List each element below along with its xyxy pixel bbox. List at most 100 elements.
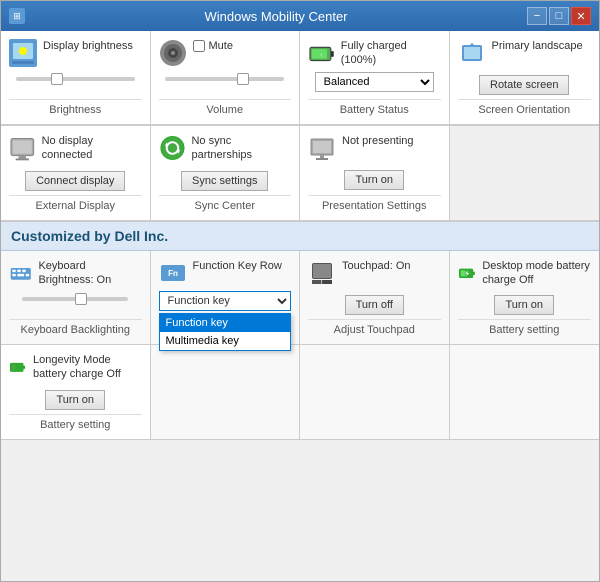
desktop-battery-turn-on-button[interactable]: Turn on bbox=[494, 295, 554, 315]
brightness-header: Display brightness bbox=[9, 39, 142, 67]
orientation-header: Primary landscape bbox=[458, 39, 592, 67]
touchpad-icon bbox=[308, 259, 336, 287]
external-display-title: No display connected bbox=[42, 134, 142, 163]
presentation-label: Presentation Settings bbox=[308, 195, 441, 212]
multimedia-key-item[interactable]: Multimedia key bbox=[160, 332, 291, 350]
maximize-button[interactable]: □ bbox=[549, 7, 569, 25]
title-bar: ⊞ Windows Mobility Center − □ ✕ bbox=[1, 1, 599, 31]
display-icon bbox=[9, 134, 36, 162]
longevity-turn-on-button[interactable]: Turn on bbox=[45, 390, 105, 410]
presentation-turn-on-button[interactable]: Turn on bbox=[344, 170, 404, 190]
mute-label: Mute bbox=[209, 39, 233, 53]
touchpad-label: Adjust Touchpad bbox=[308, 319, 441, 336]
fnrow-dropdown-container: Function key Multimedia key Function key… bbox=[159, 291, 292, 311]
svg-text:↑: ↑ bbox=[320, 53, 323, 59]
bottom-empty-4 bbox=[450, 345, 600, 439]
desktop-battery-header: Desktop mode battery charge Off bbox=[458, 259, 592, 288]
fnrow-dropdown[interactable]: Function key Multimedia key bbox=[159, 291, 292, 311]
window-controls: − □ ✕ bbox=[527, 7, 591, 25]
volume-slider-track[interactable] bbox=[165, 77, 284, 81]
longevity-title: Longevity Mode battery charge Off bbox=[33, 353, 141, 382]
battery-cell: ↑ Fully charged (100%) Balanced Power sa… bbox=[300, 31, 450, 125]
bottom-section: Keyboard Brightness: On Keyboard Backlig… bbox=[1, 251, 599, 440]
presentation-header: Not presenting bbox=[308, 134, 441, 162]
longevity-icon bbox=[9, 353, 27, 381]
fnrow-cell: Fn Function Key Row Function key Multime… bbox=[151, 251, 301, 345]
orientation-label: Screen Orientation bbox=[458, 99, 592, 116]
presentation-icon bbox=[308, 134, 336, 162]
battery-header: ↑ Fully charged (100%) bbox=[308, 39, 441, 68]
volume-header: Mute bbox=[159, 39, 292, 67]
minimize-button[interactable]: − bbox=[527, 7, 547, 25]
function-key-item[interactable]: Function key bbox=[160, 314, 291, 332]
touchpad-header: Touchpad: On bbox=[308, 259, 441, 287]
middle-grid: No display connected Connect display Ext… bbox=[1, 126, 599, 222]
keyboard-title: Keyboard Brightness: On bbox=[38, 259, 141, 288]
keyboard-icon bbox=[9, 259, 32, 287]
svg-text:Fn: Fn bbox=[168, 269, 178, 278]
brightness-cell: Display brightness Brightness bbox=[1, 31, 151, 125]
orientation-title: Primary landscape bbox=[492, 39, 583, 53]
orientation-cell: Primary landscape Rotate screen Screen O… bbox=[450, 31, 600, 125]
sync-cell: No sync partnerships Sync settings Sync … bbox=[151, 126, 301, 221]
top-grid: Display brightness Brightness bbox=[1, 31, 599, 126]
fnrow-icon: Fn bbox=[159, 259, 187, 287]
sync-settings-button[interactable]: Sync settings bbox=[181, 171, 268, 191]
sync-label: Sync Center bbox=[159, 195, 292, 212]
mute-checkbox[interactable] bbox=[193, 40, 205, 52]
window-title: Windows Mobility Center bbox=[25, 9, 527, 24]
longevity-header: Longevity Mode battery charge Off bbox=[9, 353, 142, 382]
brightness-icon bbox=[9, 39, 37, 67]
rotate-screen-button[interactable]: Rotate screen bbox=[479, 75, 569, 95]
fnrow-dropdown-popup: Function key Multimedia key bbox=[159, 313, 292, 351]
customized-text: Customized by Dell Inc. bbox=[11, 228, 168, 244]
brightness-label: Brightness bbox=[9, 99, 142, 116]
external-display-header: No display connected bbox=[9, 134, 142, 163]
desktop-battery-title: Desktop mode battery charge Off bbox=[482, 259, 591, 288]
presentation-title: Not presenting bbox=[342, 134, 414, 148]
longevity-cell: Longevity Mode battery charge Off Turn o… bbox=[1, 345, 151, 439]
sync-icon bbox=[159, 134, 186, 162]
volume-title: Mute bbox=[193, 39, 233, 53]
brightness-title: Display brightness bbox=[43, 39, 133, 53]
orientation-icon bbox=[458, 39, 486, 67]
main-window: ⊞ Windows Mobility Center − □ ✕ Display bbox=[0, 0, 600, 582]
brightness-slider-track[interactable] bbox=[16, 77, 135, 81]
touchpad-title: Touchpad: On bbox=[342, 259, 411, 273]
keyboard-slider-thumb[interactable] bbox=[75, 293, 87, 305]
external-display-cell: No display connected Connect display Ext… bbox=[1, 126, 151, 221]
bottom-grid: Keyboard Brightness: On Keyboard Backlig… bbox=[1, 251, 599, 346]
app-icon: ⊞ bbox=[9, 8, 25, 24]
mute-checkbox-row: Mute bbox=[193, 39, 233, 53]
battery-icon: ↑ bbox=[308, 39, 335, 67]
volume-slider-thumb[interactable] bbox=[237, 73, 249, 85]
touchpad-cell: Touchpad: On Turn off Adjust Touchpad bbox=[300, 251, 450, 345]
keyboard-cell: Keyboard Brightness: On Keyboard Backlig… bbox=[1, 251, 151, 345]
customized-bar: Customized by Dell Inc. bbox=[1, 222, 599, 251]
longevity-label: Battery setting bbox=[9, 414, 142, 431]
volume-cell: Mute Volume bbox=[151, 31, 301, 125]
desktop-battery-cell: Desktop mode battery charge Off Turn on … bbox=[450, 251, 600, 345]
touchpad-turn-off-button[interactable]: Turn off bbox=[345, 295, 404, 315]
fnrow-header: Fn Function Key Row bbox=[159, 259, 292, 287]
bottom-empty-2 bbox=[151, 345, 301, 439]
longevity-grid: Longevity Mode battery charge Off Turn o… bbox=[1, 345, 599, 440]
keyboard-label: Keyboard Backlighting bbox=[9, 319, 142, 336]
sync-header: No sync partnerships bbox=[159, 134, 292, 163]
battery-select[interactable]: Balanced Power saver High performance bbox=[315, 72, 434, 92]
keyboard-slider-track[interactable] bbox=[22, 297, 128, 301]
desktop-battery-icon bbox=[458, 259, 477, 287]
connect-display-button[interactable]: Connect display bbox=[25, 171, 125, 191]
sync-title: No sync partnerships bbox=[191, 134, 291, 163]
bottom-empty-3 bbox=[300, 345, 450, 439]
external-display-label: External Display bbox=[9, 195, 142, 212]
battery-title: Fully charged (100%) bbox=[341, 39, 441, 68]
close-button[interactable]: ✕ bbox=[571, 7, 591, 25]
keyboard-header: Keyboard Brightness: On bbox=[9, 259, 142, 288]
content-area: Display brightness Brightness bbox=[1, 31, 599, 581]
brightness-slider-thumb[interactable] bbox=[51, 73, 63, 85]
battery-label: Battery Status bbox=[308, 99, 441, 116]
presentation-cell: Not presenting Turn on Presentation Sett… bbox=[300, 126, 450, 221]
volume-label: Volume bbox=[159, 99, 292, 116]
desktop-battery-label: Battery setting bbox=[458, 319, 592, 336]
